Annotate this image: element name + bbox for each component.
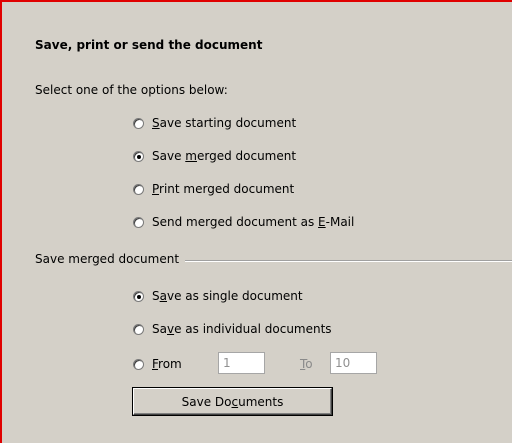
option-save-as-single-document[interactable]: Save as single document: [133, 288, 303, 304]
from-field[interactable]: [218, 352, 265, 374]
radio-print-merged-document[interactable]: [133, 183, 144, 195]
option-from-range[interactable]: From: [133, 356, 182, 372]
option-print-merged-document[interactable]: Print merged document: [133, 181, 294, 197]
option-label: Save merged document: [152, 149, 297, 163]
option-label: Save as individual documents: [152, 322, 332, 336]
radio-save-as-single-document[interactable]: [133, 290, 144, 302]
mail-merge-save-panel: Save, print or send the document Select …: [0, 0, 512, 443]
from-label: From: [152, 357, 182, 371]
button-label: Save Documents: [181, 394, 284, 409]
radio-save-merged-document[interactable]: [133, 150, 144, 162]
option-save-starting-document[interactable]: Save starting document: [133, 115, 296, 131]
instruction-text: Select one of the options below:: [35, 83, 228, 97]
radio-send-as-email[interactable]: [133, 216, 144, 228]
option-label: Save as single document: [152, 289, 303, 303]
radio-from-range[interactable]: [133, 358, 144, 370]
option-label: Send merged document as E-Mail: [152, 215, 355, 229]
save-documents-button[interactable]: Save Documents: [133, 388, 332, 415]
option-send-as-email[interactable]: Send merged document as E-Mail: [133, 214, 354, 230]
option-save-as-individual-documents[interactable]: Save as individual documents: [133, 321, 332, 337]
option-label: Save starting document: [152, 116, 297, 130]
radio-save-as-individual-documents[interactable]: [133, 323, 144, 335]
to-field[interactable]: [330, 352, 377, 374]
save-group-label: Save merged document: [35, 252, 186, 266]
section-heading: Save, print or send the document: [35, 38, 263, 52]
to-label: To: [300, 357, 313, 371]
radio-save-starting-document[interactable]: [133, 117, 144, 129]
option-label: Print merged document: [152, 182, 295, 196]
option-save-merged-document[interactable]: Save merged document: [133, 148, 296, 164]
